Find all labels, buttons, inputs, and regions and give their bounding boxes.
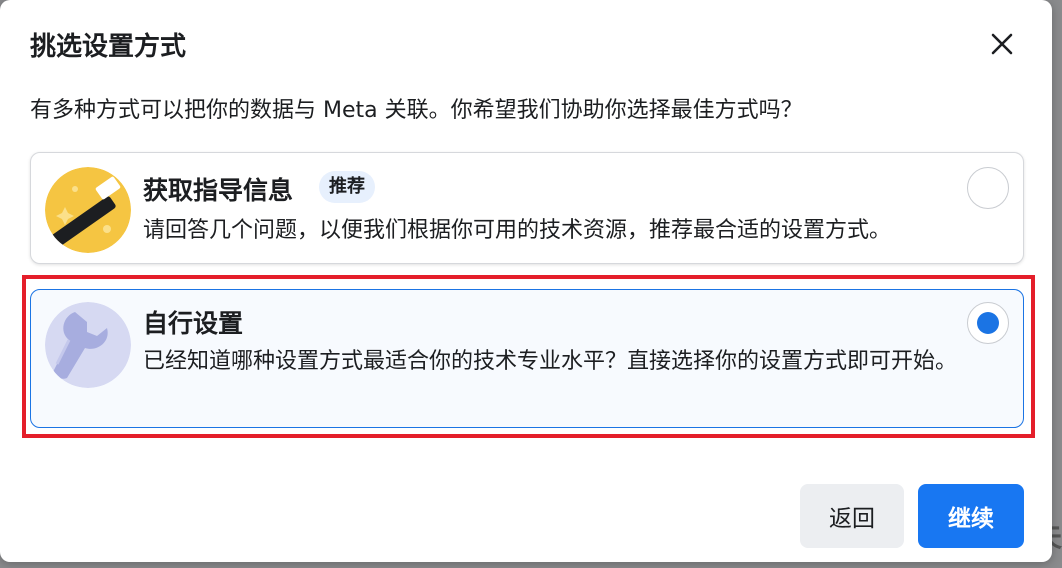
wrench-icon bbox=[45, 302, 131, 388]
option-title: 获取指导信息 bbox=[143, 176, 294, 205]
radio-selected-dot bbox=[977, 312, 999, 334]
dialog-subtitle: 有多种方式可以把你的数据与 Meta 关联。你希望我们协助你选择最佳方式吗？ bbox=[30, 98, 803, 123]
dialog-title: 挑选设置方式 bbox=[30, 32, 187, 62]
option-title: 自行设置 bbox=[143, 309, 244, 338]
option-description: 请回答几个问题，以便我们根据你可用的技术资源，推荐最合适的设置方式。 bbox=[143, 218, 892, 243]
back-button[interactable]: 返回 bbox=[800, 484, 904, 548]
setup-method-dialog: 挑选设置方式 有多种方式可以把你的数据与 Meta 关联。你希望我们协助你选择最… bbox=[0, 0, 1052, 562]
option-guided-setup[interactable]: 获取指导信息 推荐 请回答几个问题，以便我们根据你可用的技术资源，推荐最合适的设… bbox=[30, 152, 1024, 264]
magic-wand-icon bbox=[45, 167, 131, 253]
radio-guided-setup[interactable] bbox=[967, 167, 1009, 209]
close-button[interactable] bbox=[982, 24, 1022, 64]
recommended-badge: 推荐 bbox=[319, 171, 375, 203]
close-icon bbox=[991, 33, 1013, 55]
radio-self-setup[interactable] bbox=[967, 302, 1009, 344]
continue-button[interactable]: 继续 bbox=[918, 484, 1024, 548]
option-self-setup[interactable]: 自行设置 已经知道哪种设置方式最适合你的技术专业水平？直接选择你的设置方式即可开… bbox=[30, 289, 1024, 428]
option-description: 已经知道哪种设置方式最适合你的技术专业水平？直接选择你的设置方式即可开始。 bbox=[143, 349, 958, 374]
